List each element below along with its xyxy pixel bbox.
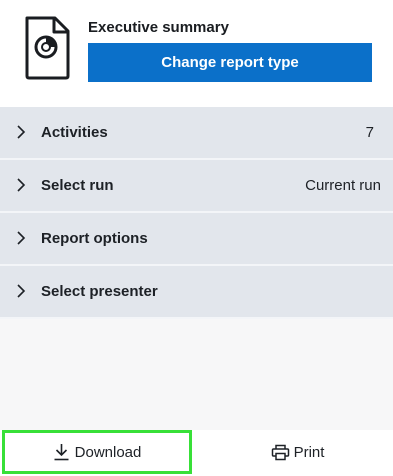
printer-icon [271, 444, 289, 460]
row-label: Report options [41, 230, 148, 247]
chevron-right-icon [17, 284, 26, 298]
row-label: Select run [41, 177, 114, 194]
selected-run-value: Current run [305, 177, 381, 194]
row-report-options[interactable]: Report options [0, 213, 393, 266]
download-label: Download [74, 443, 142, 461]
footer-actions: Download Print [0, 430, 393, 476]
row-select-presenter[interactable]: Select presenter [0, 266, 393, 319]
row-activities[interactable]: Activities 7 [0, 107, 393, 160]
row-label: Activities [41, 124, 108, 141]
row-select-run[interactable]: Select run Current run [0, 160, 393, 213]
print-label: Print [293, 443, 325, 461]
activities-count: 7 [365, 124, 374, 141]
download-icon [54, 444, 69, 461]
report-document-icon [24, 16, 70, 80]
chevron-right-icon [17, 231, 26, 245]
chevron-right-icon [17, 125, 26, 139]
print-button[interactable]: Print [202, 430, 393, 474]
chevron-right-icon [17, 178, 26, 192]
row-label: Select presenter [41, 283, 158, 300]
report-header: Executive summary Change report type [0, 0, 393, 107]
report-title: Executive summary [88, 19, 229, 36]
change-report-type-button[interactable]: Change report type [88, 43, 372, 82]
settings-list: Activities 7 Select run Current run Repo… [0, 107, 393, 319]
download-button[interactable]: Download [2, 430, 192, 474]
